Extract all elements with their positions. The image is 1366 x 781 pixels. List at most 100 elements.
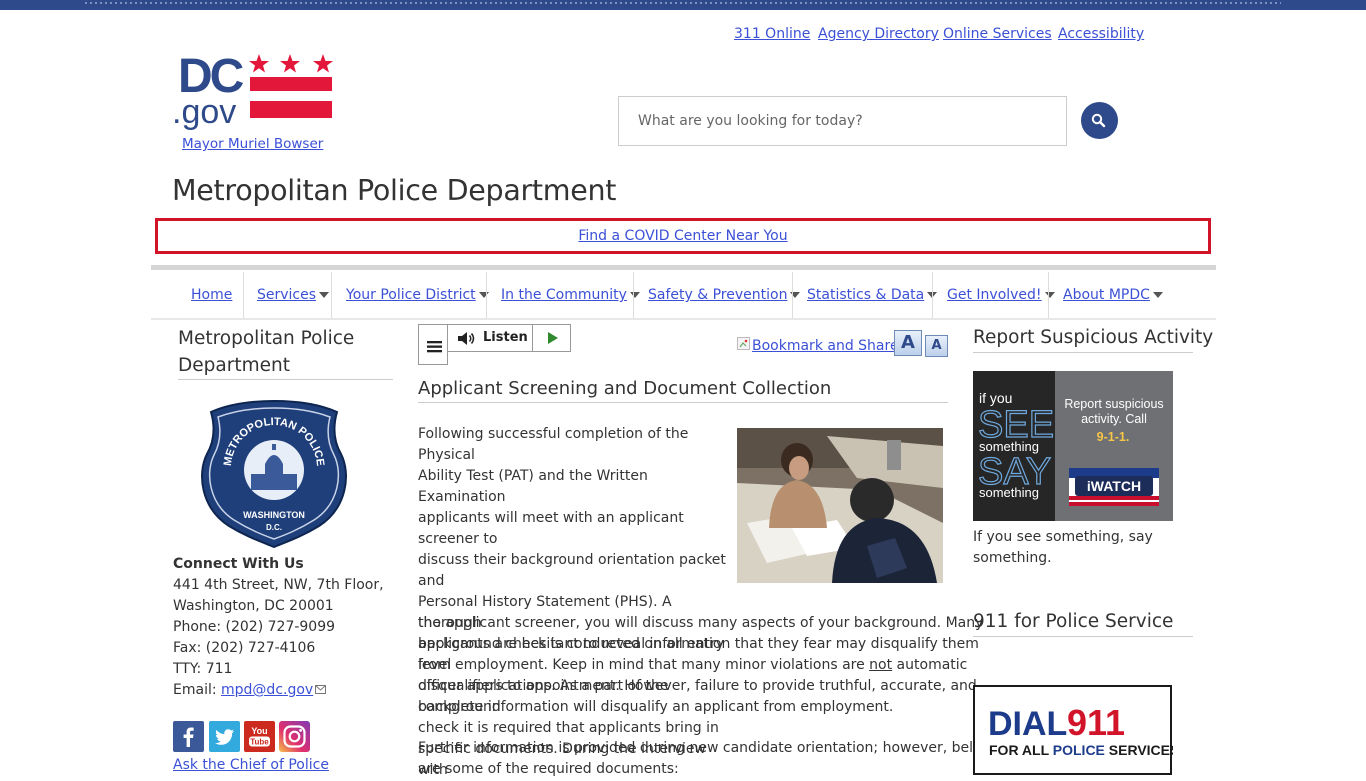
facebook-icon[interactable] [173, 721, 204, 752]
nav-in-the-community[interactable]: In the Community [501, 271, 640, 319]
svg-text:Tube: Tube [250, 738, 269, 747]
dial-911-banner[interactable]: DIAL 911 FOR ALL POLICE SERVICES [973, 685, 1173, 775]
nav-safety-prevention-label: Safety & Prevention [648, 287, 788, 303]
article-line: applicants are hesitant to reveal inform… [418, 636, 979, 652]
email-icon [315, 685, 327, 694]
nav-separator [243, 272, 244, 318]
suspicious-activity-title: Report Suspicious Activity [973, 327, 1214, 348]
article-line: Ability Test (PAT) and the Written Exami… [418, 468, 648, 505]
applicant-screening-photo [737, 428, 943, 583]
connect-heading: Connect With Us [173, 556, 304, 572]
search-button[interactable] [1081, 102, 1118, 139]
nav-get-involved[interactable]: Get Involved! [947, 271, 1055, 319]
bookmark-share-label: Bookmark and Share [752, 338, 899, 354]
decrease-font-button[interactable]: A [925, 335, 948, 357]
twitter-icon[interactable] [209, 721, 240, 752]
dc-gov-logo[interactable]: DC .gov [172, 52, 334, 130]
nav-in-the-community-label: In the Community [501, 287, 627, 303]
article-text: automatic [892, 657, 968, 673]
utility-link-agency-directory[interactable]: Agency Directory [818, 26, 939, 42]
iwatch-logo-text: iWATCH [1087, 478, 1141, 494]
suspicious-activity-rule [973, 352, 1193, 353]
youtube-icon[interactable]: You Tube [244, 721, 275, 752]
police-service-title: 911 for Police Service [973, 611, 1174, 632]
nav-separator [1048, 272, 1049, 318]
readspeaker-toolbar: Listen [418, 324, 571, 365]
chevron-down-icon [478, 292, 489, 298]
badge-text-washington: WASHINGTON [243, 510, 305, 520]
article-line: disqualifiers to appointment. However, f… [418, 678, 977, 694]
svg-text:FOR ALL POLICE SERVICES: FOR ALL POLICE SERVICES [989, 742, 1173, 758]
search-input[interactable]: What are you looking for today? [618, 96, 1067, 146]
phone-text: Phone: (202) 727-9099 [173, 619, 336, 635]
sidebar-rule [178, 379, 393, 380]
utility-link-accessibility[interactable]: Accessibility [1058, 26, 1144, 42]
email-link[interactable]: mpd@dc.gov [221, 682, 313, 698]
nav-home[interactable]: Home [191, 271, 232, 319]
chevron-down-icon [319, 292, 330, 298]
nav-separator [633, 272, 634, 318]
bookmark-share-link[interactable]: Bookmark and Share [737, 337, 899, 354]
utility-link-311[interactable]: 311 Online [734, 26, 810, 42]
nav-statistics-data[interactable]: Statistics & Data [807, 271, 938, 319]
nav-get-involved-label: Get Involved! [947, 287, 1042, 303]
article-emphasis: not [869, 657, 893, 673]
article-line: Further information is provided during n… [418, 740, 994, 756]
article-text: from employment. Keep in mind that many … [418, 657, 870, 673]
nav-bottom-rule [151, 318, 1216, 320]
nav-home-label: Home [191, 287, 233, 303]
covid-banner: Find a COVID Center Near You [155, 218, 1211, 254]
nav-about-mpdc-label: About MPDC [1063, 287, 1150, 303]
utility-link-online-services[interactable]: Online Services [943, 26, 1052, 42]
nav-separator [331, 272, 332, 318]
nav-safety-prevention[interactable]: Safety & Prevention [648, 271, 801, 319]
sidebar-title: Metropolitan Police Department [178, 328, 355, 376]
article-intro-full: the applicant screener, you will discuss… [418, 613, 984, 718]
instagram-icon[interactable] [279, 721, 310, 752]
increase-font-button[interactable]: A [894, 330, 922, 356]
play-button[interactable] [532, 325, 571, 351]
article-paragraph-2: Further information is provided during n… [418, 738, 994, 780]
nav-your-police-district[interactable]: Your Police District [346, 271, 489, 319]
iwatch-caption-line-2: something. [973, 550, 1052, 566]
article-line: discuss their background orientation pac… [418, 552, 726, 589]
nav-about-mpdc[interactable]: About MPDC [1063, 271, 1163, 319]
speaker-icon [458, 332, 475, 345]
nav-top-rule [151, 265, 1216, 270]
iwatch-something-2: something [979, 485, 1039, 500]
mpd-badge-logo: METROPOLITAN POLICE WASHINGTON D.C. [201, 399, 347, 548]
article-line: are some of the required documents: [418, 761, 679, 777]
nav-services-label: Services [257, 287, 317, 303]
article-line: Following successful completion of the P… [418, 426, 689, 463]
email-label: Email: [173, 682, 222, 698]
svg-text:You: You [251, 726, 267, 736]
iwatch-number: 9-1-1. [1097, 430, 1130, 444]
listen-button[interactable]: Listen [483, 330, 528, 345]
dial-text: DIAL [988, 705, 1067, 743]
top-bar-dots [85, 2, 1281, 4]
article-intro-wrapped: Following successful completion of the P… [418, 424, 733, 781]
top-bar [0, 0, 1366, 10]
fax-text: Fax: (202) 727-4106 [173, 640, 316, 656]
covid-center-link[interactable]: Find a COVID Center Near You [578, 228, 787, 244]
article-title: Applicant Screening and Document Collect… [418, 378, 832, 399]
badge-text-dc: D.C. [266, 523, 282, 532]
article-line: check it is required that applicants bri… [418, 720, 719, 736]
mayor-link[interactable]: Mayor Muriel Bowser [182, 136, 323, 152]
iwatch-banner[interactable]: if you SEE something SAY something Repor… [973, 371, 1173, 521]
article-title-rule [418, 402, 948, 403]
chevron-down-icon [1044, 292, 1055, 298]
article-line: the applicant screener, you will discuss… [418, 615, 984, 631]
nav-services[interactable]: Services [257, 271, 330, 319]
readspeaker-menu-button[interactable] [418, 325, 448, 365]
article-line: applicants will meet with an applicant s… [418, 510, 684, 547]
chevron-down-icon [629, 292, 640, 298]
dial-police: POLICE [1053, 742, 1105, 758]
nav-your-police-district-label: Your Police District [346, 287, 476, 303]
nav-separator [932, 272, 933, 318]
dial-911-number: 911 [1067, 702, 1125, 743]
iwatch-caption-line-1: If you see something, say [973, 529, 1153, 545]
iwatch-caption: If you see something, say something. [973, 527, 1153, 569]
search-icon [1091, 113, 1106, 128]
ask-chief-link[interactable]: Ask the Chief of Police [173, 757, 329, 773]
